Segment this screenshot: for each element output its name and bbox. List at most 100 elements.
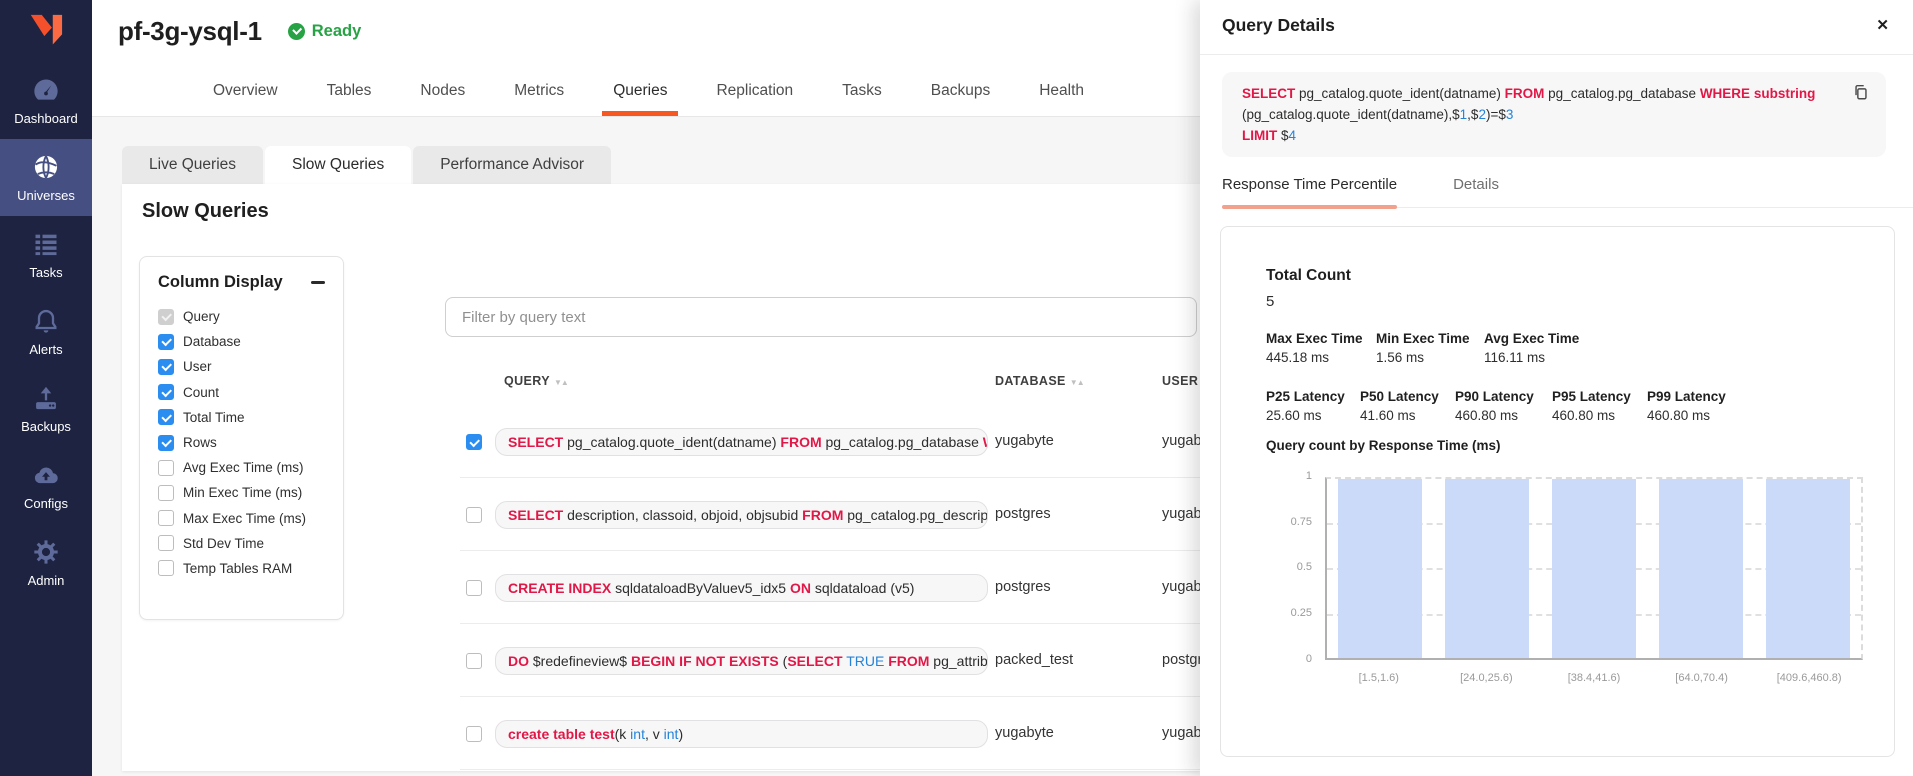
row-checkbox[interactable]: [466, 653, 482, 669]
tab-tables[interactable]: Tables: [324, 82, 375, 116]
table-row[interactable]: CREATE INDEX sqldataloadByValuev5_idx5 O…: [122, 551, 1330, 624]
sidebar-item-dashboard[interactable]: Dashboard: [0, 62, 92, 139]
min-exec-time-label: Min Exec Time: [1376, 331, 1470, 346]
row-checkbox[interactable]: [466, 580, 482, 596]
page-title: Slow Queries: [142, 200, 269, 223]
panel-header: Query Details ✕: [1200, 0, 1913, 55]
check-circle-icon: [288, 23, 305, 40]
x-tick-label: [409.6,460.8): [1755, 672, 1863, 684]
x-tick-label: [1.5,1.6): [1325, 672, 1433, 684]
sidebar-item-backups[interactable]: Backups: [0, 370, 92, 447]
y-tick-label: 0.25: [1272, 607, 1312, 619]
sidebar-item-label: Configs: [24, 496, 68, 511]
column-header-query[interactable]: QUERY▼▲: [504, 374, 568, 388]
p90-latency-value: 460.80 ms: [1455, 408, 1518, 423]
sidebar-item-alerts[interactable]: Alerts: [0, 293, 92, 370]
tab-response-time-percentile[interactable]: Response Time Percentile: [1222, 169, 1397, 207]
tab-backups[interactable]: Backups: [928, 82, 993, 116]
column-option-database[interactable]: Database: [140, 329, 343, 354]
checkbox[interactable]: [158, 384, 174, 400]
sidebar-item-label: Universes: [17, 188, 75, 203]
database-cell: postgres: [995, 579, 1051, 595]
query-text-pill[interactable]: SELECT description, classoid, objoid, ob…: [495, 501, 988, 529]
tab-queries[interactable]: Queries: [610, 82, 670, 116]
sidebar-item-universes[interactable]: Universes: [0, 139, 92, 216]
tab-nodes[interactable]: Nodes: [417, 82, 468, 116]
close-icon[interactable]: ✕: [1876, 16, 1889, 34]
query-text-pill[interactable]: CREATE INDEX sqldataloadByValuev5_idx5 O…: [495, 574, 988, 602]
admin-gear-icon: [32, 538, 60, 566]
sql-statement-box: SELECT pg_catalog.quote_ident(datname) F…: [1222, 72, 1886, 157]
query-text-pill[interactable]: SELECT pg_catalog.quote_ident(datname) F…: [495, 428, 988, 456]
query-text-pill[interactable]: DO $redefineview$ BEGIN IF NOT EXISTS (S…: [495, 647, 988, 675]
tasks-list-icon: [32, 230, 60, 258]
table-row[interactable]: DO $redefineview$ BEGIN IF NOT EXISTS (S…: [122, 624, 1330, 697]
sidebar-item-label: Tasks: [29, 265, 62, 280]
x-tick-label: [24.0,25.6): [1433, 672, 1541, 684]
table-row[interactable]: create table test(k int, v int) yugabyte…: [122, 697, 1330, 770]
collapse-minus-icon[interactable]: [311, 281, 325, 284]
avg-exec-time-value: 116.11 ms: [1484, 350, 1545, 365]
tab-details[interactable]: Details: [1453, 169, 1499, 207]
y-tick-label: 0.75: [1272, 516, 1312, 528]
slow-queries-card: Slow Queries Column Display Query Databa…: [122, 184, 1200, 771]
chart-bar: [1659, 479, 1743, 658]
copy-icon[interactable]: [1852, 83, 1872, 103]
column-header-database[interactable]: DATABASE▼▲: [995, 374, 1084, 388]
yugabyte-logo-icon: [24, 9, 68, 53]
column-display-title: Column Display: [158, 273, 283, 292]
tab-tasks[interactable]: Tasks: [839, 82, 885, 116]
subtab-live-queries[interactable]: Live Queries: [122, 146, 263, 184]
checkbox[interactable]: [158, 359, 174, 375]
x-tick-label: [64.0,70.4): [1648, 672, 1756, 684]
universe-tabs: Overview Tables Nodes Metrics Queries Re…: [210, 82, 1130, 116]
row-checkbox[interactable]: [466, 434, 482, 450]
bar-slot: [1647, 479, 1754, 658]
tab-overview[interactable]: Overview: [210, 82, 281, 116]
bar-slot: [1434, 479, 1541, 658]
sidebar: Dashboard Universes Tasks Alerts Backups…: [0, 0, 92, 776]
column-option-query[interactable]: Query: [140, 304, 343, 329]
sidebar-item-tasks[interactable]: Tasks: [0, 216, 92, 293]
alerts-bell-icon: [32, 307, 60, 335]
query-text-pill[interactable]: create table test(k int, v int): [495, 720, 988, 748]
x-axis-labels: [1.5,1.6) [24.0,25.6) [38.4,41.6) [64.0,…: [1325, 672, 1863, 684]
checkbox[interactable]: [158, 334, 174, 350]
row-checkbox[interactable]: [466, 507, 482, 523]
y-tick-label: 0.5: [1272, 561, 1312, 573]
checkbox[interactable]: [158, 309, 174, 325]
configs-cloud-icon: [32, 461, 60, 489]
status-text: Ready: [312, 22, 362, 41]
min-exec-time-value: 1.56 ms: [1376, 350, 1424, 365]
row-checkbox[interactable]: [466, 726, 482, 742]
total-count-value: 5: [1266, 293, 1274, 310]
tab-metrics[interactable]: Metrics: [511, 82, 567, 116]
tab-replication[interactable]: Replication: [713, 82, 796, 116]
sql-line: SELECT pg_catalog.quote_ident(datname) F…: [1242, 83, 1838, 104]
query-filter-input[interactable]: [445, 297, 1197, 337]
table-row[interactable]: SELECT description, classoid, objoid, ob…: [122, 478, 1330, 551]
subtab-performance-advisor[interactable]: Performance Advisor: [413, 146, 611, 184]
sort-carets-icon: ▼▲: [554, 378, 568, 387]
database-cell: packed_test: [995, 652, 1073, 668]
sort-carets-icon: ▼▲: [1070, 378, 1084, 387]
chart-bar: [1552, 479, 1636, 658]
p25-latency-label: P25 Latency: [1266, 389, 1345, 404]
sidebar-item-admin[interactable]: Admin: [0, 524, 92, 601]
chart-bar: [1338, 479, 1422, 658]
tab-health[interactable]: Health: [1036, 82, 1087, 116]
sql-line: (pg_catalog.quote_ident(datname),$1,$2)=…: [1242, 104, 1838, 125]
sidebar-item-configs[interactable]: Configs: [0, 447, 92, 524]
bar-slot: [1754, 479, 1861, 658]
total-count-label: Total Count: [1266, 267, 1351, 285]
table-body: SELECT pg_catalog.quote_ident(datname) F…: [122, 405, 1330, 770]
column-option-count[interactable]: Count: [140, 380, 343, 405]
dashboard-gauge-icon: [32, 76, 60, 104]
subtab-slow-queries[interactable]: Slow Queries: [265, 146, 411, 184]
queries-subtabs: Live Queries Slow Queries Performance Ad…: [122, 146, 613, 184]
column-option-user[interactable]: User: [140, 354, 343, 379]
chart-bar: [1766, 479, 1850, 658]
p50-latency-label: P50 Latency: [1360, 389, 1439, 404]
table-row[interactable]: SELECT pg_catalog.quote_ident(datname) F…: [122, 405, 1330, 478]
yugabyte-logo[interactable]: [0, 0, 92, 62]
